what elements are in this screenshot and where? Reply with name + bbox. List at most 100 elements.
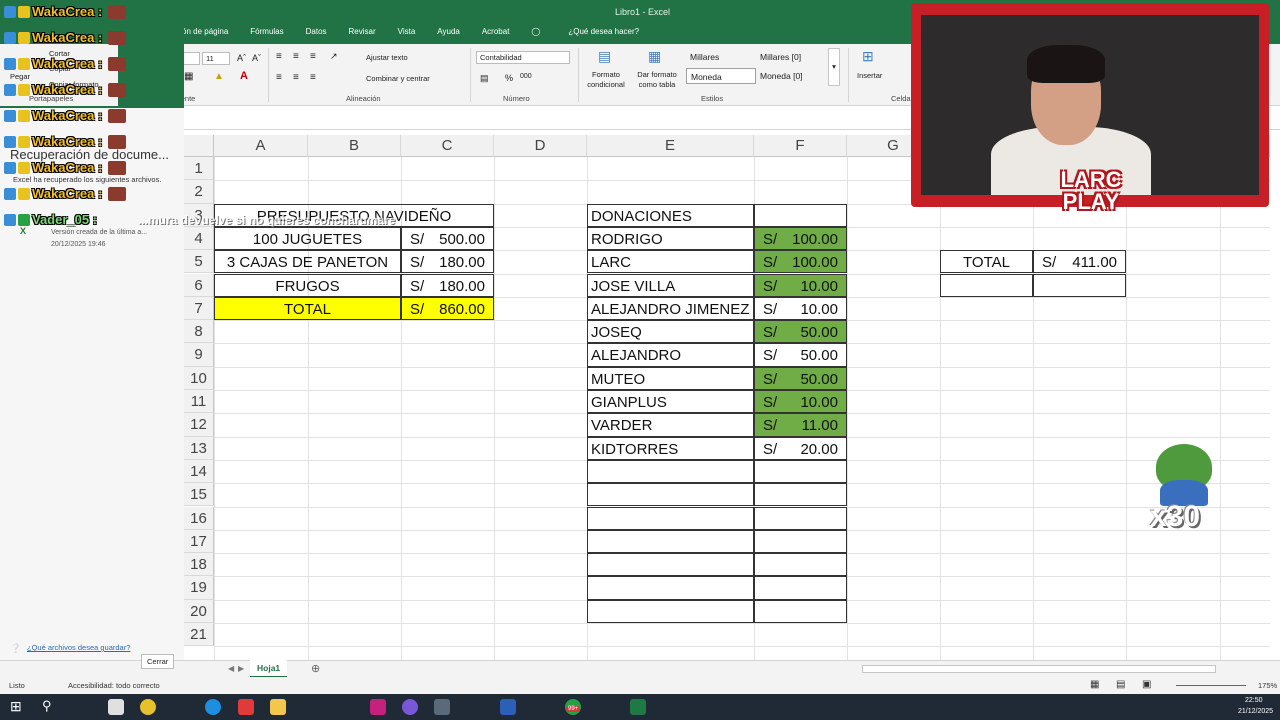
recovered-file-desc[interactable]: Versión creada de la última a... [51, 229, 147, 236]
row-header-9[interactable]: 9 [184, 343, 214, 367]
insert-cells-button[interactable]: Insertar [857, 71, 882, 80]
accessibility-status[interactable]: Accesibilidad: todo correcto [68, 681, 160, 690]
empty-cell[interactable] [587, 576, 754, 600]
format-as-table-button[interactable]: Dar formato como tabla [632, 70, 682, 90]
sheet-tab-hoja1[interactable]: Hoja1 [250, 660, 288, 678]
donations-header-blank[interactable] [754, 203, 847, 227]
styles-more-icon[interactable]: ▾ [828, 48, 840, 86]
row-header-19[interactable]: 19 [184, 576, 214, 600]
tab-review[interactable]: Revisar [349, 27, 376, 36]
donor-name[interactable]: JOSEQ [587, 320, 754, 344]
donor-name[interactable]: VARDER [587, 413, 754, 437]
folder-icon[interactable] [270, 699, 286, 715]
row-header-17[interactable]: 17 [184, 529, 214, 554]
chrome-icon[interactable] [140, 699, 156, 715]
align-center-icon[interactable]: ≡ [293, 72, 299, 83]
calculator-icon[interactable] [434, 699, 450, 715]
budget-item-amount[interactable]: S/180.00 [401, 250, 494, 274]
font-color-icon[interactable]: A [240, 70, 248, 82]
budget-item-label[interactable]: 100 JUGUETES [214, 226, 401, 251]
horizontal-scrollbar[interactable] [862, 665, 1216, 673]
empty-cell[interactable] [754, 529, 847, 554]
donations-total-label[interactable]: TOTAL [940, 250, 1033, 274]
row-header-6[interactable]: 6 [184, 273, 214, 297]
row-header-7[interactable]: 7 [184, 296, 214, 321]
merge-center-button[interactable]: Combinar y centrar [366, 74, 430, 83]
empty-cell[interactable] [754, 459, 847, 484]
align-right-icon[interactable]: ≡ [310, 72, 316, 83]
donations-total-amount[interactable]: S/411.00 [1033, 250, 1126, 274]
normal-view-icon[interactable]: ▦ [1090, 679, 1099, 690]
donor-name[interactable]: MUTEO [587, 366, 754, 390]
empty-cell[interactable] [587, 529, 754, 554]
empty-cell[interactable] [587, 506, 754, 530]
which-files-link[interactable]: ¿Qué archivos desea guardar? [27, 643, 130, 652]
close-recovery-button[interactable]: Cerrar [141, 654, 175, 669]
select-all-corner[interactable] [184, 135, 214, 157]
empty-cell[interactable] [754, 553, 847, 577]
budget-item-amount[interactable]: S/180.00 [401, 273, 494, 297]
column-header-e[interactable]: E [587, 135, 754, 157]
page-break-view-icon[interactable]: ▣ [1142, 679, 1151, 690]
add-sheet-icon[interactable]: ⊕ [311, 662, 320, 675]
donor-name[interactable]: LARC [587, 250, 754, 274]
budget-total-label[interactable]: TOTAL [214, 296, 401, 321]
donor-amount[interactable]: S/20.00 [754, 436, 847, 460]
donor-name[interactable]: JOSE VILLA [587, 273, 754, 297]
budget-item-amount[interactable]: S/500.00 [401, 226, 494, 251]
row-header-15[interactable]: 15 [184, 483, 214, 507]
donor-amount[interactable]: S/100.00 [754, 250, 847, 274]
wrap-text-button[interactable]: Ajustar texto [366, 53, 408, 62]
row-header-16[interactable]: 16 [184, 506, 214, 530]
tab-data[interactable]: Datos [306, 27, 327, 36]
donor-name[interactable]: ALEJANDRO [587, 343, 754, 367]
column-header-d[interactable]: D [494, 135, 587, 157]
borders-icon[interactable]: ▦ [184, 71, 193, 82]
empty-cell[interactable] [587, 553, 754, 577]
fill-color-icon[interactable]: ▲ [214, 71, 224, 82]
accounting-icon[interactable]: ▤ [480, 73, 489, 84]
windows-start-icon[interactable]: ⊞ [10, 698, 22, 715]
percent-icon[interactable]: % [505, 73, 513, 83]
budget-item-label[interactable]: 3 CAJAS DE PANETON [214, 250, 401, 274]
align-middle-icon[interactable]: ≡ [293, 51, 299, 62]
paste-button[interactable]: Pegar [10, 72, 30, 81]
tell-me-box[interactable]: ◯ ¿Qué desea hacer? [531, 27, 661, 36]
donor-name[interactable]: KIDTORRES [587, 436, 754, 460]
app-icon[interactable] [370, 699, 386, 715]
style-moneda[interactable]: Moneda [686, 68, 756, 84]
donor-amount[interactable]: S/50.00 [754, 320, 847, 344]
tab-acrobat[interactable]: Acrobat [482, 27, 510, 36]
orientation-icon[interactable]: ↗ [330, 51, 338, 62]
row-header-11[interactable]: 11 [184, 390, 214, 414]
donor-name[interactable]: RODRIGO [587, 226, 754, 251]
align-top-icon[interactable]: ≡ [276, 51, 282, 62]
column-header-b[interactable]: B [308, 135, 401, 157]
page-layout-view-icon[interactable]: ▤ [1116, 679, 1125, 690]
style-millares-0[interactable]: Millares [0] [756, 49, 826, 65]
row-header-8[interactable]: 8 [184, 320, 214, 344]
column-header-f[interactable]: F [754, 135, 847, 157]
empty-cell[interactable] [940, 273, 1033, 297]
donor-amount[interactable]: S/10.00 [754, 273, 847, 297]
row-header-21[interactable]: 21 [184, 623, 214, 647]
row-header-1[interactable]: 1 [184, 157, 214, 181]
empty-cell[interactable] [587, 459, 754, 484]
column-header-a[interactable]: A [214, 135, 308, 157]
donations-title[interactable]: DONACIONES [587, 203, 754, 227]
donor-name[interactable]: GIANPLUS [587, 390, 754, 414]
row-header-2[interactable]: 2 [184, 180, 214, 204]
donor-amount[interactable]: S/10.00 [754, 296, 847, 321]
align-bottom-icon[interactable]: ≡ [310, 51, 316, 62]
discord-icon[interactable] [402, 699, 418, 715]
empty-cell[interactable] [754, 576, 847, 600]
row-header-12[interactable]: 12 [184, 413, 214, 437]
row-header-5[interactable]: 5 [184, 250, 214, 274]
empty-cell[interactable] [587, 483, 754, 507]
number-format-box[interactable]: Contabilidad [476, 51, 570, 64]
grow-font-icon[interactable]: Aˆ [237, 53, 246, 63]
word-icon[interactable] [500, 699, 516, 715]
row-header-4[interactable]: 4 [184, 226, 214, 251]
app-icon[interactable] [238, 699, 254, 715]
donor-amount[interactable]: S/100.00 [754, 226, 847, 251]
